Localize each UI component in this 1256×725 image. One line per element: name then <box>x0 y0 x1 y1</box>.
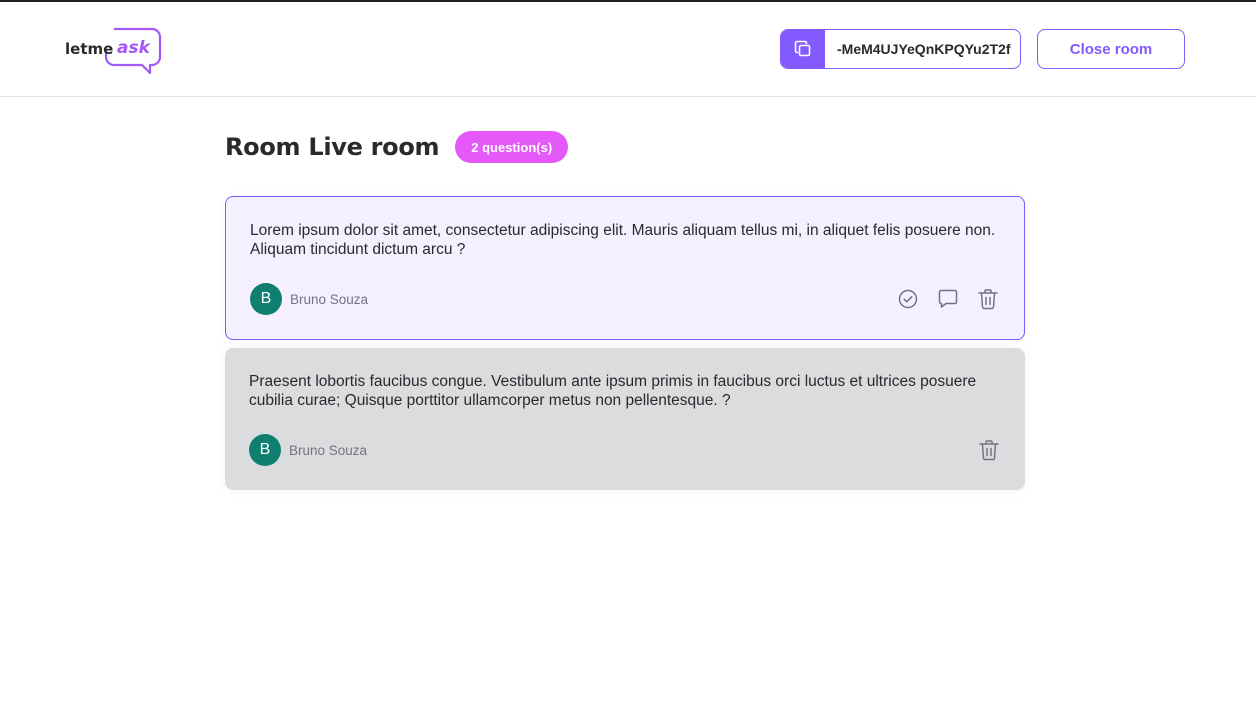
copy-button[interactable] <box>781 30 825 68</box>
copy-icon <box>794 40 811 57</box>
question-actions <box>896 287 1000 311</box>
question-footer: B Bruno Souza <box>249 434 1001 466</box>
avatar: B <box>250 283 282 315</box>
answer-icon <box>938 289 958 308</box>
logo-word-ask: ask <box>117 38 152 58</box>
room-code-text: -MeM4UJYeQnKPQYu2T2f <box>837 41 1011 57</box>
avatar: B <box>249 434 281 466</box>
question-content: Lorem ipsum dolor sit amet, consectetur … <box>250 222 996 258</box>
question-footer: B Bruno Souza <box>250 283 1000 315</box>
question-content: Praesent lobortis faucibus congue. Vesti… <box>249 373 977 409</box>
logo-word-letme: letme <box>65 40 113 58</box>
trash-icon <box>978 289 998 310</box>
trash-icon <box>979 440 999 461</box>
question-actions <box>977 438 1001 462</box>
question-card: Praesent lobortis faucibus congue. Vesti… <box>225 348 1025 490</box>
question-card: Lorem ipsum dolor sit amet, consectetur … <box>225 196 1025 340</box>
room-code-button[interactable]: -MeM4UJYeQnKPQYu2T2f <box>780 29 1021 69</box>
check-circle-icon <box>898 289 918 309</box>
author-name: Bruno Souza <box>289 442 368 458</box>
user-info: B Bruno Souza <box>249 434 367 466</box>
delete-question-button[interactable] <box>976 287 1000 311</box>
room-title-row: Room Live room 2 question(s) <box>225 128 569 166</box>
close-room-button[interactable]: Close room <box>1037 29 1185 69</box>
delete-question-button[interactable] <box>977 438 1001 462</box>
mark-answered-button[interactable] <box>896 287 920 311</box>
author-name: Bruno Souza <box>290 291 369 307</box>
app-header: letme ask -MeM4UJYeQnKPQYu2T2f Close roo… <box>0 2 1256 97</box>
highlight-question-button[interactable] <box>936 287 960 311</box>
question-count-badge: 2 question(s) <box>455 131 569 163</box>
page-title: Room Live room <box>225 133 440 161</box>
user-info: B Bruno Souza <box>250 283 368 315</box>
letmeask-logo[interactable]: letme ask <box>64 26 162 74</box>
